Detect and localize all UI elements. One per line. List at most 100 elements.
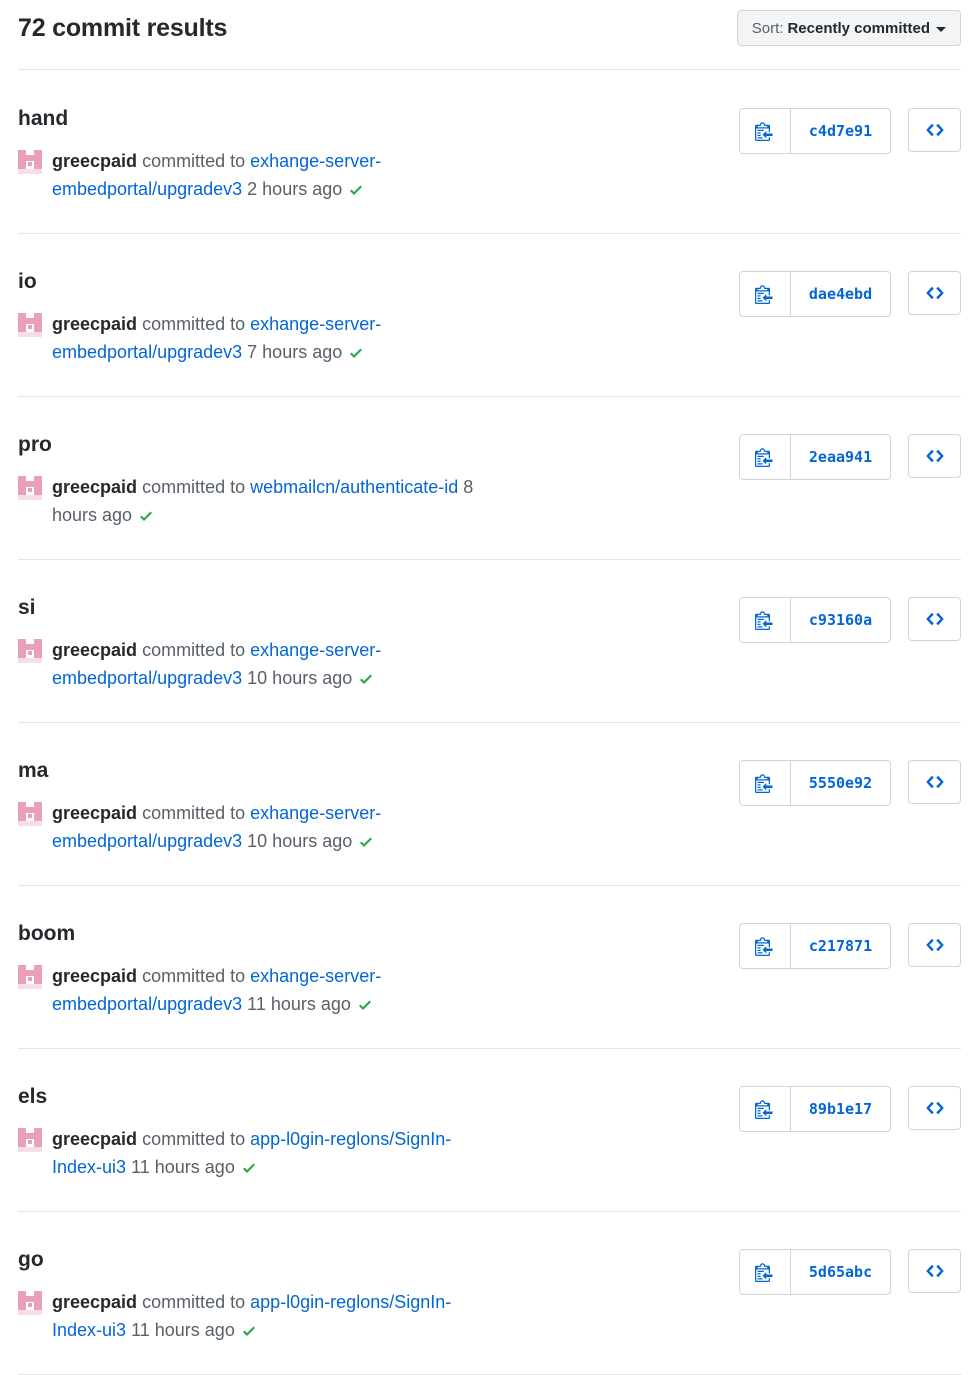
- copy-sha-button[interactable]: [740, 1250, 791, 1294]
- browse-repository-button[interactable]: [908, 271, 961, 315]
- repo-link-line2: Index-ui3: [52, 1157, 127, 1177]
- commit-time: 10 hours ago: [247, 831, 353, 851]
- copy-sha-button[interactable]: [740, 272, 791, 316]
- committed-to-text: committed to: [142, 314, 246, 334]
- check-icon[interactable]: [357, 993, 373, 1021]
- check-icon[interactable]: [358, 830, 374, 858]
- sha-button-group: 5550e92: [739, 760, 891, 806]
- commit-time: 10 hours ago: [247, 668, 353, 688]
- commit-time: 11 hours ago: [131, 1157, 235, 1177]
- copy-sha-button[interactable]: [740, 761, 791, 805]
- commit-meta: greecpaid committed to app-l0gin-reglons…: [52, 1288, 522, 1347]
- author-link[interactable]: greecpaid: [52, 803, 137, 823]
- committed-to-text: committed to: [142, 1292, 246, 1312]
- author-link[interactable]: greecpaid: [52, 1129, 137, 1149]
- avatar[interactable]: [18, 476, 42, 500]
- commit-message[interactable]: els: [18, 1085, 47, 1109]
- committed-to-text: committed to: [142, 1129, 246, 1149]
- avatar[interactable]: [18, 802, 42, 826]
- committed-to-text: committed to: [142, 803, 246, 823]
- results-header: 72 commit results Sort: Recently committ…: [18, 0, 961, 70]
- sha-button-group: dae4ebd: [739, 271, 891, 317]
- author-link[interactable]: greecpaid: [52, 1292, 137, 1312]
- commit-sha-link[interactable]: c93160a: [791, 598, 890, 642]
- sha-button-group: 89b1e17: [739, 1086, 891, 1132]
- commit-message[interactable]: go: [18, 1248, 44, 1272]
- clippy-icon: [755, 284, 775, 304]
- commit-sha-link[interactable]: c4d7e91: [791, 109, 890, 153]
- browse-repository-button[interactable]: [908, 1086, 961, 1130]
- sort-label: Sort:: [751, 19, 784, 37]
- commit-row: hand greecpaid committed to exhange-serve…: [18, 71, 961, 234]
- check-icon[interactable]: [241, 1156, 257, 1184]
- commit-sha-link[interactable]: 2eaa941: [791, 435, 890, 479]
- avatar[interactable]: [18, 639, 42, 663]
- browse-repository-button[interactable]: [908, 434, 961, 478]
- commit-sha-link[interactable]: 89b1e17: [791, 1087, 890, 1131]
- committed-to-text: committed to: [142, 640, 246, 660]
- avatar[interactable]: [18, 965, 42, 989]
- commit-time: 7 hours ago: [247, 342, 343, 362]
- clippy-icon: [755, 610, 775, 630]
- avatar[interactable]: [18, 150, 42, 174]
- author-link[interactable]: greecpaid: [52, 640, 137, 660]
- commit-message[interactable]: ma: [18, 759, 48, 783]
- clippy-icon: [755, 936, 775, 956]
- repo-branch-link[interactable]: webmailcn/authenticate-id: [250, 477, 458, 497]
- author-link[interactable]: greecpaid: [52, 966, 137, 986]
- check-icon[interactable]: [358, 667, 374, 695]
- copy-sha-button[interactable]: [740, 1087, 791, 1131]
- commit-message[interactable]: si: [18, 596, 36, 620]
- code-icon: [925, 935, 945, 955]
- code-icon: [925, 1098, 945, 1118]
- repo-link-line1: exhange-server-: [250, 314, 382, 334]
- commit-row: ma greecpaid committed to exhange-server-…: [18, 723, 961, 886]
- committed-to-text: committed to: [142, 966, 246, 986]
- repo-link-line2: embedportal/upgradev3: [52, 179, 243, 199]
- commit-sha-link[interactable]: 5d65abc: [791, 1250, 890, 1294]
- commit-sha-link[interactable]: dae4ebd: [791, 272, 890, 316]
- repo-link-line1: exhange-server-: [250, 151, 382, 171]
- sha-button-group: 5d65abc: [739, 1249, 891, 1295]
- commit-row: els greecpaid committed to app-l0gin-regl…: [18, 1049, 961, 1212]
- author-link[interactable]: greecpaid: [52, 477, 137, 497]
- commit-row: pro greecpaid committed to webmailcn/auth…: [18, 397, 961, 560]
- copy-sha-button[interactable]: [740, 924, 791, 968]
- code-icon: [925, 283, 945, 303]
- commit-message[interactable]: pro: [18, 433, 52, 457]
- code-icon: [925, 1261, 945, 1281]
- copy-sha-button[interactable]: [740, 435, 791, 479]
- avatar[interactable]: [18, 313, 42, 337]
- sha-button-group: 2eaa941: [739, 434, 891, 480]
- commit-message[interactable]: io: [18, 270, 37, 294]
- sort-dropdown-button[interactable]: Sort: Recently committed: [736, 10, 961, 46]
- browse-repository-button[interactable]: [908, 923, 961, 967]
- sha-button-group: c4d7e91: [739, 108, 891, 154]
- browse-repository-button[interactable]: [908, 1249, 961, 1293]
- check-icon[interactable]: [348, 178, 364, 206]
- commit-sha-link[interactable]: 5550e92: [791, 761, 890, 805]
- commit-sha-link[interactable]: c217871: [791, 924, 890, 968]
- copy-sha-button[interactable]: [740, 598, 791, 642]
- check-icon[interactable]: [241, 1319, 257, 1347]
- check-icon[interactable]: [348, 341, 364, 369]
- avatar[interactable]: [18, 1291, 42, 1315]
- check-icon[interactable]: [138, 504, 154, 532]
- commit-message[interactable]: hand: [18, 107, 68, 131]
- copy-sha-button[interactable]: [740, 109, 791, 153]
- commit-row: boom greecpaid committed to exhange-serve…: [18, 886, 961, 1049]
- commit-time: 11 hours ago: [131, 1320, 235, 1340]
- code-icon: [925, 772, 945, 792]
- author-link[interactable]: greecpaid: [52, 314, 137, 334]
- repo-link-line2: Index-ui3: [52, 1320, 127, 1340]
- browse-repository-button[interactable]: [908, 760, 961, 804]
- browse-repository-button[interactable]: [908, 108, 961, 152]
- avatar[interactable]: [18, 1128, 42, 1152]
- commit-meta: greecpaid committed to exhange-server-em…: [52, 310, 522, 369]
- committed-to-text: committed to: [142, 477, 246, 497]
- browse-repository-button[interactable]: [908, 597, 961, 641]
- commit-message[interactable]: boom: [18, 922, 75, 946]
- author-link[interactable]: greecpaid: [52, 151, 137, 171]
- committed-to-text: committed to: [142, 151, 246, 171]
- clippy-icon: [755, 1262, 775, 1282]
